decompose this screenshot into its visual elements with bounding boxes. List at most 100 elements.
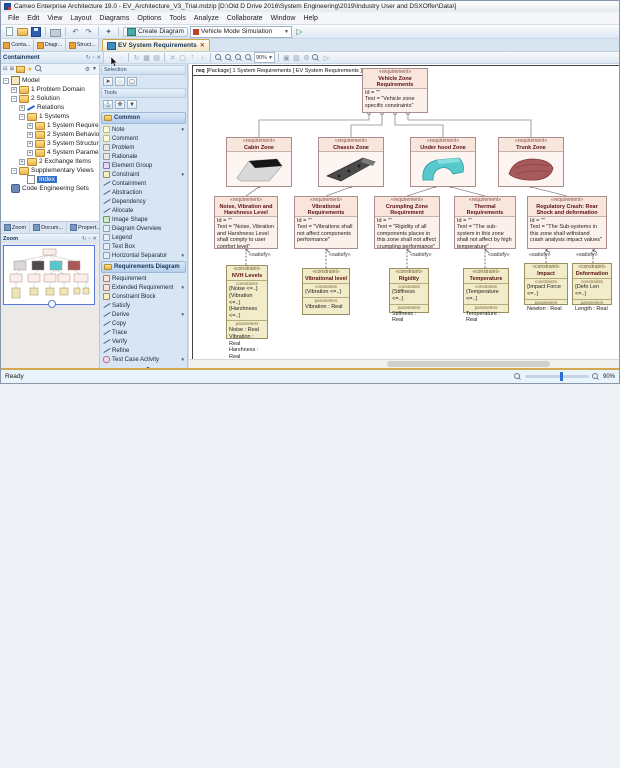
constraint-box-impact[interactable]: «constraint»Impact constraints {Impact F…	[524, 263, 568, 305]
horizontal-scrollbar[interactable]	[189, 359, 619, 368]
constraint-box-nvh-levels[interactable]: «constraint»NVH Levels constraints {Nois…	[226, 265, 268, 339]
left-panel-tab[interactable]: Struct...	[66, 39, 99, 51]
toolbox-item[interactable]: ▼ ▼	[101, 364, 186, 368]
expand-toggle-icon[interactable]	[11, 96, 17, 102]
expand-toggle-icon[interactable]	[27, 132, 33, 138]
menu-item[interactable]: Tools	[166, 14, 190, 23]
diagram-canvas-req[interactable]: req[Package] 1 System Requirements [ EV …	[188, 64, 619, 368]
move-up-icon[interactable]: ↑	[188, 53, 197, 63]
tree-item[interactable]: 2 Exchange Items	[1, 157, 99, 166]
toolbox-item[interactable]: Dependency ▼	[101, 197, 186, 206]
search-icon[interactable]	[312, 53, 321, 63]
pin-icon[interactable]: ▫	[92, 55, 94, 61]
refresh-icon[interactable]: ↻	[82, 236, 87, 242]
menu-item[interactable]: Diagrams	[95, 14, 133, 23]
create-diagram-button[interactable]: Create Diagram	[123, 27, 188, 37]
properties-icon[interactable]: ▥	[292, 53, 301, 63]
tree-item[interactable]: Relations	[1, 103, 99, 112]
sticky-tool[interactable]: ⚓	[103, 100, 113, 109]
scrollbar-thumb[interactable]	[387, 361, 550, 367]
zoom-out-icon[interactable]	[224, 53, 233, 63]
tree-item[interactable]: 4 System Parameters	[1, 148, 99, 157]
menu-item[interactable]: View	[43, 14, 66, 23]
menu-item[interactable]: Window	[267, 14, 300, 23]
req-box-nvh-level[interactable]: «requirement»Noise, Vibration and Harshn…	[214, 196, 278, 249]
toolbox-item[interactable]: Horizontal Separator ▼	[101, 251, 186, 260]
redo-icon[interactable]: ↷	[83, 27, 94, 37]
zoom-slider-handle[interactable]	[560, 372, 563, 381]
tree-item[interactable]: 3 System Structure	[1, 139, 99, 148]
menu-item[interactable]: Analyze	[190, 14, 223, 23]
expand-toggle-icon[interactable]	[3, 78, 9, 84]
refresh-icon[interactable]: ↻	[86, 55, 91, 61]
toolbox-item[interactable]: Note ▼	[101, 125, 186, 134]
chevron-down-icon[interactable]: ▼	[92, 66, 97, 72]
close-icon[interactable]: ✕	[96, 55, 101, 61]
toolbox-item[interactable]: Legend ▼	[101, 233, 186, 242]
menu-item[interactable]: Layout	[66, 14, 95, 23]
zoom-in-icon[interactable]	[214, 53, 223, 63]
toolbox-item[interactable]: Test Case Activity ▼	[101, 355, 186, 364]
side-bottom-tab[interactable]: Zoom	[1, 222, 30, 233]
copy-icon[interactable]: ▢	[178, 53, 187, 63]
search-icon[interactable]	[35, 65, 43, 73]
toolbox-item[interactable]: Diagram Overview ▼	[101, 224, 186, 233]
filter-tool[interactable]: ▼	[127, 100, 137, 109]
zoom-fit-icon[interactable]	[234, 53, 243, 63]
toolbox-item[interactable]: Constraint Block ▼	[101, 292, 186, 301]
satisfy-label[interactable]: «satisfy»	[529, 252, 551, 258]
satisfy-label[interactable]: «satisfy»	[249, 252, 271, 258]
expand-toggle-icon[interactable]	[27, 150, 33, 156]
toolbox-item[interactable]: Problem ▼	[101, 143, 186, 152]
menu-item[interactable]: Options	[133, 14, 165, 23]
req-box-thermal[interactable]: «requirement»Thermal Requirements Id = "…	[454, 196, 516, 249]
zoom-level-select[interactable]: 90%▼	[254, 52, 275, 63]
undo-icon[interactable]: ↶	[70, 27, 81, 37]
expand-toggle-icon[interactable]	[3, 186, 9, 192]
run-icon[interactable]: ▷	[322, 53, 331, 63]
tree-item[interactable]: 1 Systems	[1, 112, 99, 121]
folder-icon[interactable]	[16, 66, 25, 73]
tree-item[interactable]: 2 System Behavior	[1, 130, 99, 139]
validation-icon[interactable]: ✦	[103, 27, 114, 37]
left-panel-tab[interactable]: Conta...	[1, 39, 34, 51]
favorites-icon[interactable]: ★	[27, 66, 32, 73]
toolbox-item[interactable]: Image Shape ▼	[101, 215, 186, 224]
close-icon[interactable]: ✕	[200, 42, 205, 49]
layers-icon[interactable]: ▤	[152, 53, 161, 63]
toolbox-item[interactable]: Requirement ▼	[101, 274, 186, 283]
constraint-box-rigidity[interactable]: «constraint»Rigidity constraints {Stiffn…	[389, 268, 429, 313]
open-project-icon[interactable]	[17, 27, 28, 37]
req-box-vehicle-zone[interactable]: «requirement»Vehicle Zone Requirements I…	[362, 68, 428, 113]
expand-all-icon[interactable]: ⊞	[10, 66, 15, 72]
req-box-crumpling[interactable]: «requirement»Crumpling Zone Requirement …	[374, 196, 440, 249]
tree-item[interactable]: 1 System Requirements	[1, 121, 99, 130]
title-bar[interactable]: Cameo Enterprise Architecture 19.0 - EV_…	[1, 1, 619, 12]
req-box-trunk-zone[interactable]: «requirement»Trunk Zone	[498, 137, 564, 187]
lasso-tool[interactable]: ◌	[115, 77, 125, 86]
satisfy-label[interactable]: «satisfy»	[576, 252, 598, 258]
menu-item[interactable]: File	[4, 14, 23, 23]
tree-item[interactable]: Code Engineering Sets	[1, 184, 99, 193]
tree-item[interactable]: 2 Solution	[1, 94, 99, 103]
refresh-diagram-icon[interactable]: ↻	[132, 53, 141, 63]
resize-handle[interactable]	[48, 300, 56, 308]
new-project-icon[interactable]	[4, 27, 15, 37]
toolbox-item[interactable]: Allocate ▼	[101, 206, 186, 215]
toolbox-item[interactable]: Rationale ▼	[101, 152, 186, 161]
run-simulation-icon[interactable]: ▷	[294, 27, 305, 37]
toolbox-item[interactable]: Refine ▼	[101, 346, 186, 355]
constraint-box-deformation[interactable]: «constraint»Deformation constraints {Def…	[572, 263, 612, 305]
tree-item[interactable]: 1 Problem Domain	[1, 85, 99, 94]
expand-toggle-icon[interactable]	[11, 87, 17, 93]
delete-icon[interactable]: ✕	[168, 53, 177, 63]
tree-item[interactable]: Model	[1, 76, 99, 85]
menu-item[interactable]: Edit	[23, 14, 43, 23]
simulation-select[interactable]: Vehicle Mode Simulation ▼	[190, 26, 292, 38]
close-icon[interactable]: ✕	[92, 236, 97, 242]
expand-toggle-icon[interactable]	[27, 123, 33, 129]
toolbox-item[interactable]: Trace ▼	[101, 328, 186, 337]
toolbox-item[interactable]: Verify ▼	[101, 337, 186, 346]
settings-gear-icon[interactable]: ⚙	[302, 53, 311, 63]
select-cursor-tool[interactable]: ➤	[103, 77, 113, 86]
